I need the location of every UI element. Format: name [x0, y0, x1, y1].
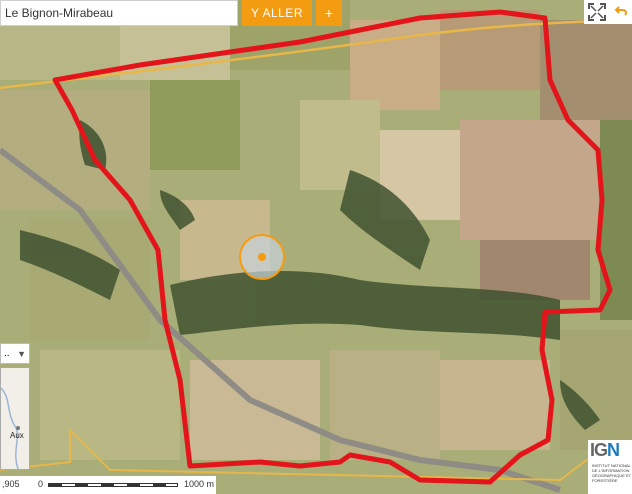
back-button[interactable]	[610, 0, 632, 24]
add-button[interactable]: +	[316, 0, 342, 26]
scale-zero-label: 0	[38, 479, 44, 489]
undo-arrow-icon	[614, 6, 628, 16]
minimap-label: Aux	[10, 431, 24, 440]
layer-selector[interactable]: .. ▼	[0, 343, 30, 364]
scale-bar: ,905 0 1000 m	[0, 476, 216, 494]
scale-line	[48, 483, 178, 487]
search-input[interactable]	[1, 1, 237, 25]
logo-letters-ig: IG	[590, 440, 608, 460]
scale-max-label: 1000 m	[184, 479, 215, 489]
search-box[interactable]	[0, 0, 238, 26]
logo-subtitle: INSTITUT NATIONAL DE L'INFORMATION GÉOGR…	[592, 463, 632, 483]
fullscreen-button[interactable]	[584, 0, 610, 24]
fullscreen-icon	[588, 3, 606, 21]
triangle-down-icon: ▼	[17, 348, 26, 359]
layer-selector-value: ..	[4, 348, 10, 359]
minimap-rivers	[1, 387, 20, 469]
scale-coordinate: ,905	[2, 479, 20, 489]
ign-logo: IGN INSTITUT NATIONAL DE L'INFORMATION G…	[588, 440, 632, 494]
aerial-map[interactable]	[0, 0, 632, 494]
go-button[interactable]: Y ALLER	[242, 0, 312, 26]
logo-letter-n: N	[607, 440, 620, 460]
location-marker[interactable]	[239, 234, 285, 280]
overview-minimap[interactable]: Aux	[0, 367, 30, 470]
